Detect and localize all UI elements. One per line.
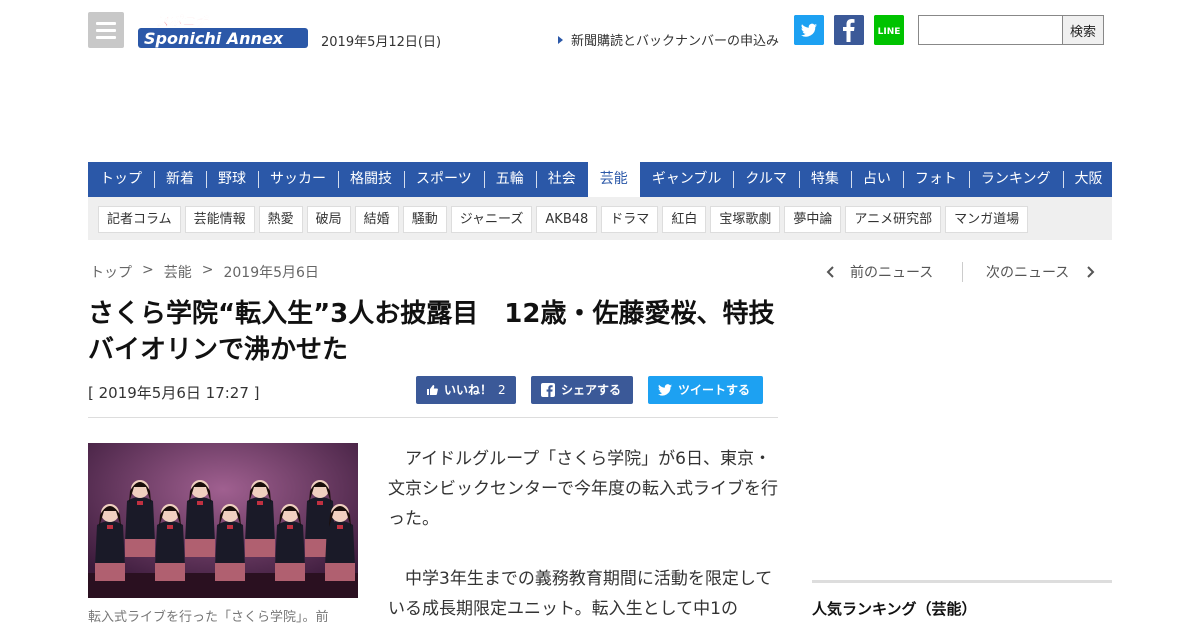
breadcrumb-geino[interactable]: 芸能 [164, 262, 192, 282]
subnav-item-5[interactable]: 騒動 [402, 206, 447, 233]
nav-item-5[interactable]: スポーツ [404, 162, 484, 197]
breadcrumb-date: 2019年5月6日 [223, 265, 319, 281]
hamburger-menu-icon[interactable] [88, 12, 124, 48]
subnav-item-1[interactable]: 芸能情報 [184, 206, 255, 233]
subnav-item-0[interactable]: 記者コラム [98, 206, 181, 233]
nav-item-3[interactable]: サッカー [258, 162, 338, 197]
nav-item-15[interactable]: 大阪 [1062, 162, 1115, 197]
site-header: スポニチ Sponichi Annex 2019年5月12日(日) 新聞購読とバ… [88, 12, 1112, 52]
sub-nav: 記者コラム 芸能情報 熱愛 破局 結婚 騒動 ジャニーズ AKB48 ドラマ 紅白 宝塚歌劇 夢中論ア… [88, 197, 1112, 240]
pager-divider [962, 262, 963, 282]
article-body: アイドルグループ「さくら学院」が6日、東京・文京シビックセンターで今年度の転入式… [388, 444, 780, 630]
subnav-item-9[interactable]: 紅白 [662, 206, 707, 233]
prev-news-link[interactable]: 前のニュース [826, 262, 933, 282]
nav-item-2[interactable]: 野球 [206, 162, 258, 197]
subnav-item-4[interactable]: 結婚 [354, 206, 399, 233]
article-paragraph: 中学3年生までの義務教育期間に活動を限定している成長期限定ユニット。転入生として… [388, 569, 773, 619]
svg-text:スポニチ: スポニチ [156, 14, 209, 30]
svg-text:LINE: LINE [878, 27, 901, 37]
article-photo[interactable] [88, 443, 358, 598]
line-icon[interactable]: LINE [874, 15, 904, 45]
breadcrumb-separator: > [201, 262, 214, 278]
ranking-divider [812, 580, 1112, 583]
photo-caption: 転入式ライブを行った「さくら学院」。前 [88, 610, 329, 625]
nav-item-4[interactable]: 格闘技 [338, 162, 404, 197]
nav-item-7[interactable]: 社会 [535, 162, 588, 197]
subnav-item-10[interactable]: 宝塚歌劇 [710, 206, 781, 233]
nav-item-0[interactable]: トップ [88, 162, 154, 197]
subnav-item-3[interactable]: 破局 [306, 206, 351, 233]
current-date: 2019年5月12日(日) [321, 35, 442, 50]
chevron-right-icon [1087, 266, 1095, 278]
article-paragraph: アイドルグループ「さくら学院」が6日、東京・文京シビックセンターで今年度の転入式… [388, 449, 778, 529]
subnav-item-2[interactable]: 熱愛 [258, 206, 303, 233]
nav-item-11[interactable]: 特集 [798, 162, 851, 197]
subnav-item-12[interactable]: アニメ研究部 [845, 206, 942, 233]
chevron-left-icon [826, 266, 834, 278]
nav-item-6[interactable]: 五輪 [483, 162, 536, 197]
twitter-icon[interactable] [794, 15, 824, 45]
nav-item-8[interactable]: 芸能 [587, 162, 640, 197]
triangle-right-icon [558, 36, 563, 44]
article-title: さくら学院“転入生”3人お披露目 12歳・佐藤愛桜、特技バイオリンで沸かせた [88, 299, 775, 365]
sponichi-logo[interactable]: スポニチ Sponichi Annex [138, 12, 308, 50]
search-input[interactable] [918, 15, 1063, 45]
like-count: 2 [498, 383, 506, 397]
ranking-title: 人気ランキング（芸能） [812, 600, 977, 618]
main-nav: トップ 新着 野球 サッカー 格闘技 スポーツ 五輪 社会 芸能 ギャンブル クルマ 特集 占い フォトラ… [88, 162, 1112, 197]
facebook-like-button[interactable]: いいね！ 2 [416, 376, 516, 404]
subnav-item-6[interactable]: ジャニーズ [450, 206, 533, 233]
tweet-button[interactable]: ツイートする [648, 376, 763, 404]
nav-item-1[interactable]: 新着 [154, 162, 206, 197]
svg-text:Sponichi Annex: Sponichi Annex [144, 29, 284, 48]
nav-item-12[interactable]: 占い [850, 162, 903, 197]
subscribe-link[interactable]: 新聞購読とバックナンバーの申込み [558, 30, 779, 49]
breadcrumb-top[interactable]: トップ [90, 262, 132, 282]
facebook-share-button[interactable]: シェアする [531, 376, 633, 404]
subnav-item-11[interactable]: 夢中論 [784, 206, 842, 233]
facebook-icon[interactable] [834, 15, 864, 45]
thumbs-up-icon [427, 385, 438, 395]
breadcrumb: トップ > 芸能 > 2019年5月6日 [90, 262, 319, 282]
subnav-item-7[interactable]: AKB48 [536, 206, 598, 233]
divider [88, 417, 778, 418]
breadcrumb-separator: > [142, 262, 154, 278]
subnav-item-8[interactable]: ドラマ [601, 206, 659, 233]
article-timestamp: [ 2019年5月6日 17:27 ] [88, 384, 260, 402]
nav-item-9[interactable]: ギャンブル [640, 162, 734, 197]
nav-item-13[interactable]: フォト [902, 162, 969, 197]
subnav-item-13[interactable]: マンガ道場 [945, 206, 1029, 233]
facebook-icon [541, 383, 555, 397]
nav-item-14[interactable]: ランキング [968, 162, 1063, 197]
nav-item-10[interactable]: クルマ [733, 162, 799, 197]
next-news-link[interactable]: 次のニュース [986, 262, 1095, 282]
search-button[interactable]: 検索 [1062, 15, 1104, 45]
twitter-icon [658, 384, 672, 396]
